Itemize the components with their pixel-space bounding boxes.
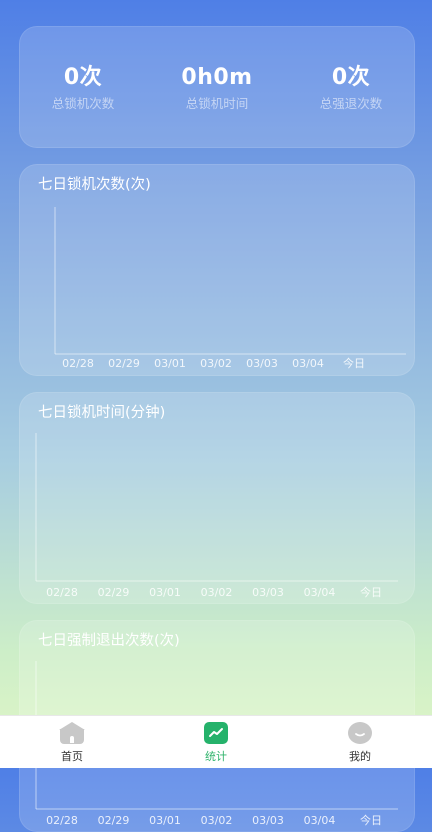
tab-home[interactable]: 首页 — [32, 722, 112, 764]
x-tick-label: 02/28 — [46, 586, 78, 599]
x-tick-label: 02/29 — [108, 357, 140, 370]
x-tick-label: 03/01 — [154, 357, 186, 370]
tab-stats[interactable]: 统计 — [176, 722, 256, 764]
x-tick-label: 今日 — [360, 585, 382, 599]
tab-bar: 首页 统计 我的 — [0, 715, 432, 768]
stat-force-exit-value: 0次 — [331, 65, 371, 90]
x-tick-label: 03/02 — [201, 814, 233, 827]
x-tick-label: 03/01 — [149, 586, 181, 599]
chart-card-lock-count: 七日锁机次数(次) 02/28 02/29 03/01 03/02 03/03 03/04… — [19, 164, 415, 376]
summary-card: 0次 总锁机次数 0h0m 总锁机时间 0次 总强退次数 — [19, 26, 415, 148]
stat-lock-count-value: 0次 — [63, 65, 103, 90]
stat-lock-time-value: 0h0m — [181, 65, 253, 90]
x-tick-label: 03/03 — [252, 814, 284, 827]
x-tick-label: 02/29 — [98, 586, 130, 599]
chart-lock-time: 02/28 02/29 03/01 03/02 03/03 03/04 今日 — [35, 433, 398, 599]
x-tick-label: 03/03 — [246, 357, 278, 370]
x-tick-label: 03/04 — [304, 814, 336, 827]
stat-force-exit-label: 总强退次数 — [319, 96, 383, 111]
stats-icon — [204, 722, 228, 744]
tab-mine[interactable]: 我的 — [320, 722, 400, 764]
stat-lock-time-label: 总锁机时间 — [185, 96, 249, 111]
x-tick-label: 02/28 — [46, 814, 78, 827]
tab-stats-label: 统计 — [205, 750, 227, 763]
x-tick-label: 03/02 — [201, 586, 233, 599]
stat-force-exit: 0次 总强退次数 — [291, 65, 411, 112]
chart-card-lock-time: 七日锁机时间(分钟) 02/28 02/29 03/01 03/02 03/03 03/0… — [19, 392, 415, 604]
tab-home-label: 首页 — [61, 750, 83, 763]
x-tick-label: 今日 — [360, 813, 382, 827]
house-icon — [59, 722, 85, 744]
x-tick-label: 03/03 — [252, 586, 284, 599]
x-tick-label: 今日 — [343, 356, 365, 370]
x-tick-label: 03/02 — [200, 357, 232, 370]
x-tick-label: 02/29 — [98, 814, 130, 827]
x-tick-label: 02/28 — [62, 357, 94, 370]
x-tick-label: 03/04 — [304, 586, 336, 599]
stat-lock-count: 0次 总锁机次数 — [23, 65, 143, 112]
stat-lock-time: 0h0m 总锁机时间 — [157, 65, 277, 112]
face-icon — [348, 722, 372, 744]
x-tick-label: 03/01 — [149, 814, 181, 827]
x-tick-label: 03/04 — [292, 357, 324, 370]
stat-lock-count-label: 总锁机次数 — [51, 96, 115, 111]
tab-mine-label: 我的 — [349, 750, 371, 763]
chart-lock-count: 02/28 02/29 03/01 03/02 03/03 03/04 今日 — [54, 207, 406, 370]
